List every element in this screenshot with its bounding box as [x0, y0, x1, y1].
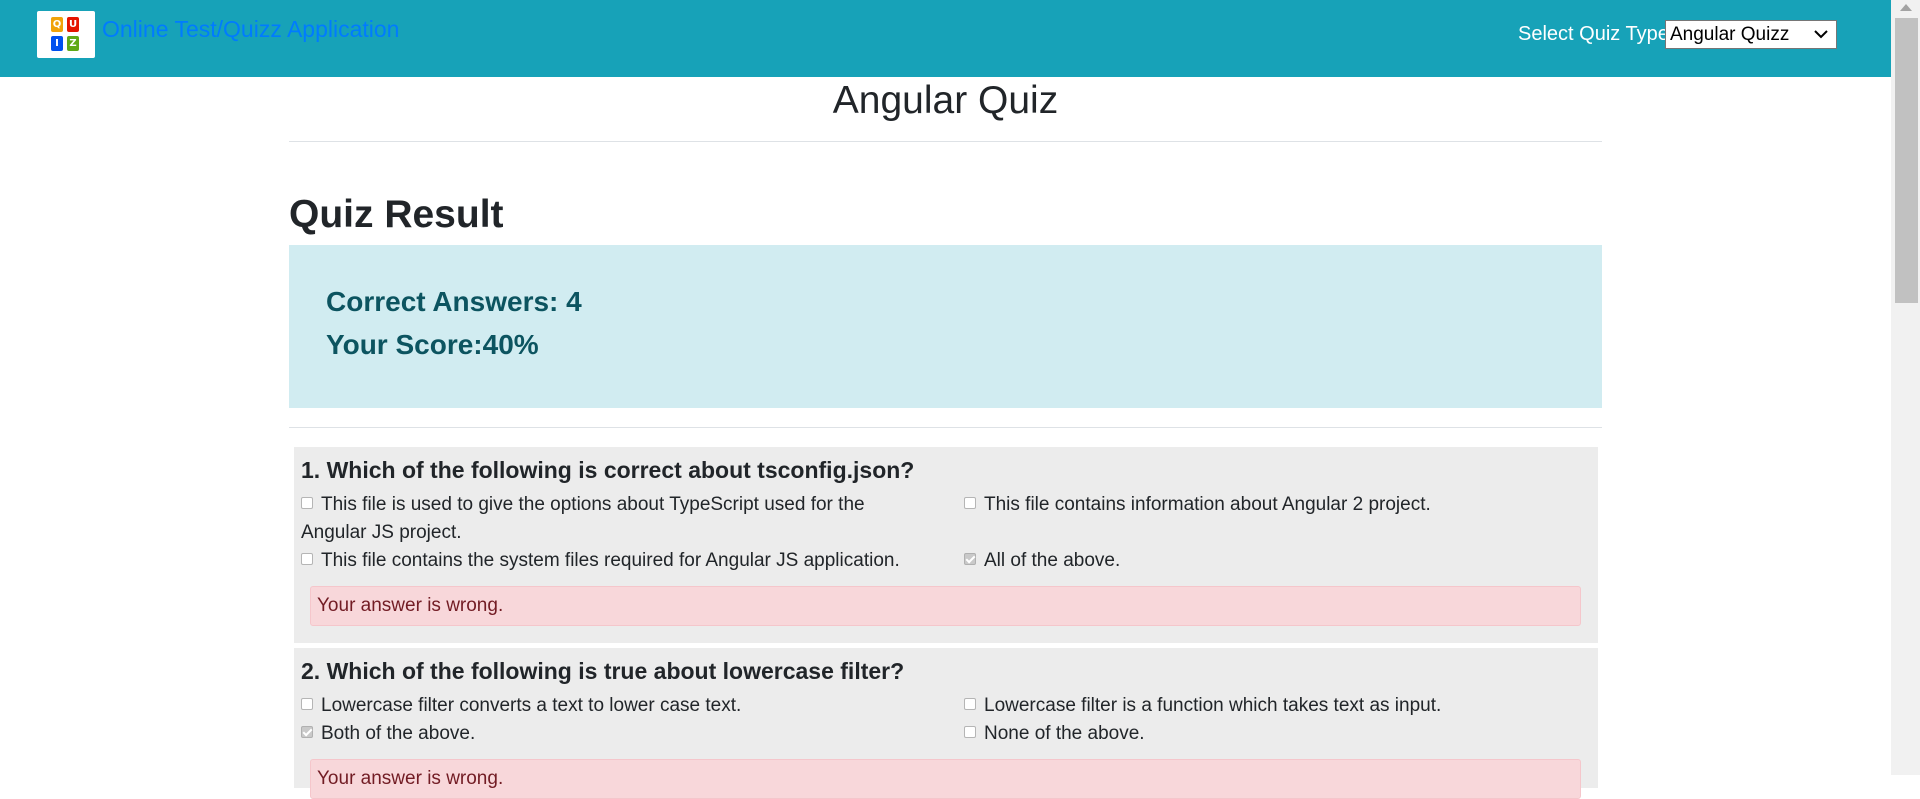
page-scrollbar[interactable] — [1891, 0, 1920, 775]
answer-feedback-alert: Your answer is wrong. — [310, 586, 1581, 626]
answer-checkbox[interactable] — [301, 553, 313, 565]
question-title: 2. Which of the following is true about … — [301, 658, 905, 684]
answer-label: This file is used to give the options ab… — [301, 494, 865, 543]
question-card: 2. Which of the following is true about … — [294, 648, 1598, 799]
answer-feedback-alert: Your answer is wrong. — [310, 759, 1581, 799]
answer-option[interactable]: This file contains the system files requ… — [301, 547, 941, 575]
answer-checkbox[interactable] — [964, 497, 976, 509]
answer-option[interactable]: All of the above. — [964, 547, 1564, 575]
correct-answers-text: Correct Answers: 4 — [326, 286, 582, 317]
answer-checkbox[interactable] — [301, 698, 313, 710]
result-heading: Quiz Result — [289, 193, 504, 236]
divider — [289, 427, 1602, 428]
quiz-type-select[interactable]: Angular Quizz — [1665, 20, 1837, 49]
logo-letter: Q — [51, 17, 63, 32]
answer-option[interactable]: This file is used to give the options ab… — [301, 491, 921, 547]
quiz-type-selected-value: Angular Quizz — [1670, 24, 1790, 45]
scrollbar-thumb[interactable] — [1895, 18, 1918, 303]
top-navbar: Q U I Z Online Test/Quizz Application Se… — [0, 0, 1891, 77]
quiz-type-label: Select Quiz Type: — [1518, 23, 1675, 45]
logo-letter: U — [67, 17, 79, 32]
answer-option[interactable]: None of the above. — [964, 720, 1564, 748]
answer-checkbox-checked[interactable] — [964, 553, 976, 565]
answer-checkbox-checked[interactable] — [301, 726, 313, 738]
chevron-down-icon — [1814, 30, 1828, 39]
answer-checkbox[interactable] — [964, 698, 976, 710]
scroll-up-icon[interactable] — [1900, 4, 1912, 11]
answer-label: This file contains information about Ang… — [984, 494, 1431, 515]
divider — [289, 141, 1602, 142]
answer-label: This file contains the system files requ… — [321, 550, 900, 571]
question-title: 1. Which of the following is correct abo… — [301, 457, 915, 483]
question-card: 1. Which of the following is correct abo… — [294, 447, 1598, 643]
answer-label: None of the above. — [984, 723, 1145, 744]
logo-letter: I — [51, 36, 63, 51]
answer-checkbox[interactable] — [301, 497, 313, 509]
logo-letter: Z — [67, 36, 79, 51]
answer-option[interactable]: Lowercase filter converts a text to lowe… — [301, 692, 901, 720]
brand-link[interactable]: Online Test/Quizz Application — [102, 15, 399, 43]
answer-option[interactable]: Both of the above. — [301, 720, 901, 748]
answer-label: Lowercase filter is a function which tak… — [984, 695, 1442, 716]
answer-label: Lowercase filter converts a text to lowe… — [321, 695, 742, 716]
result-summary-box: Correct Answers: 4 Your Score:40% — [289, 245, 1602, 408]
answer-label: Both of the above. — [321, 723, 476, 744]
answer-checkbox[interactable] — [964, 726, 976, 738]
answer-option[interactable]: Lowercase filter is a function which tak… — [964, 692, 1564, 720]
quiz-logo-icon[interactable]: Q U I Z — [37, 11, 95, 58]
answer-option[interactable]: This file contains information about Ang… — [964, 491, 1564, 519]
page-title: Angular Quiz — [832, 79, 1059, 122]
score-text: Your Score:40% — [326, 329, 539, 360]
answer-label: All of the above. — [984, 550, 1121, 571]
